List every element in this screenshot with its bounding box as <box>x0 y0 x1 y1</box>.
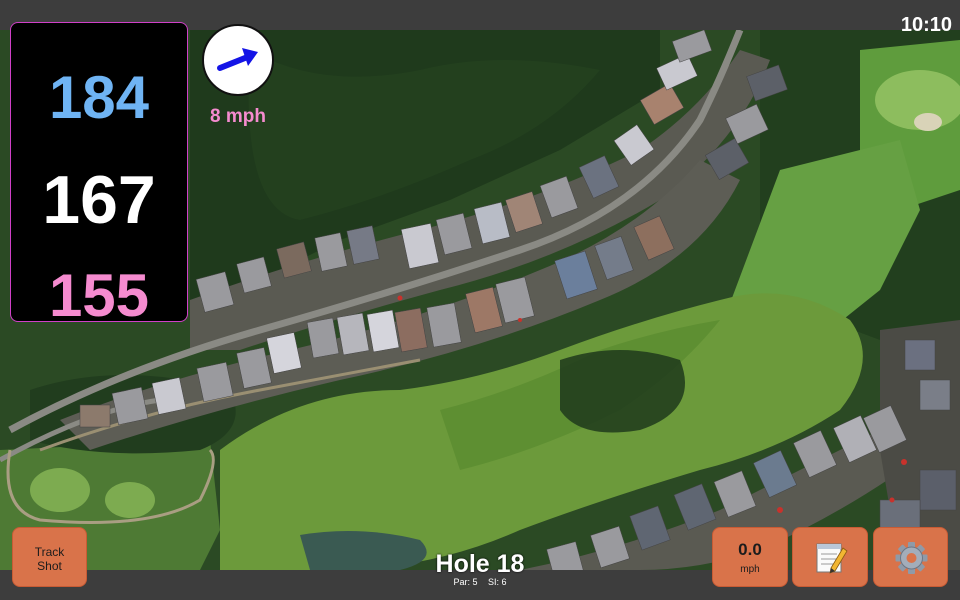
hole-title: Hole 18 <box>435 550 525 578</box>
wind-speed: 8 mph <box>210 106 266 127</box>
notepad-icon <box>816 543 848 574</box>
track-shot-label-line2: Shot <box>37 559 62 573</box>
arrow-icon <box>217 48 258 71</box>
gear-icon <box>895 542 928 574</box>
track-shot-label-line1: Track <box>34 545 65 559</box>
speed-unit: mph <box>740 564 760 575</box>
notes-button[interactable] <box>792 527 868 587</box>
distance-panel[interactable]: 184 167 155 <box>10 22 188 329</box>
par-label: Par: 5 <box>453 577 478 587</box>
front-distance: 155 <box>48 262 150 329</box>
speed-button[interactable]: 0.0 mph <box>712 527 788 587</box>
settings-button[interactable] <box>873 527 948 587</box>
track-shot-button[interactable]: Track Shot <box>12 527 87 587</box>
clock: 10:10 <box>900 14 952 36</box>
wind-indicator[interactable] <box>202 24 274 96</box>
speed-value: 0.0 <box>738 540 762 559</box>
back-distance: 184 <box>48 64 150 131</box>
hole-info: Par: 5 SI: 6 <box>380 577 580 587</box>
si-label: SI: 6 <box>488 577 507 587</box>
middle-distance: 167 <box>42 162 156 238</box>
